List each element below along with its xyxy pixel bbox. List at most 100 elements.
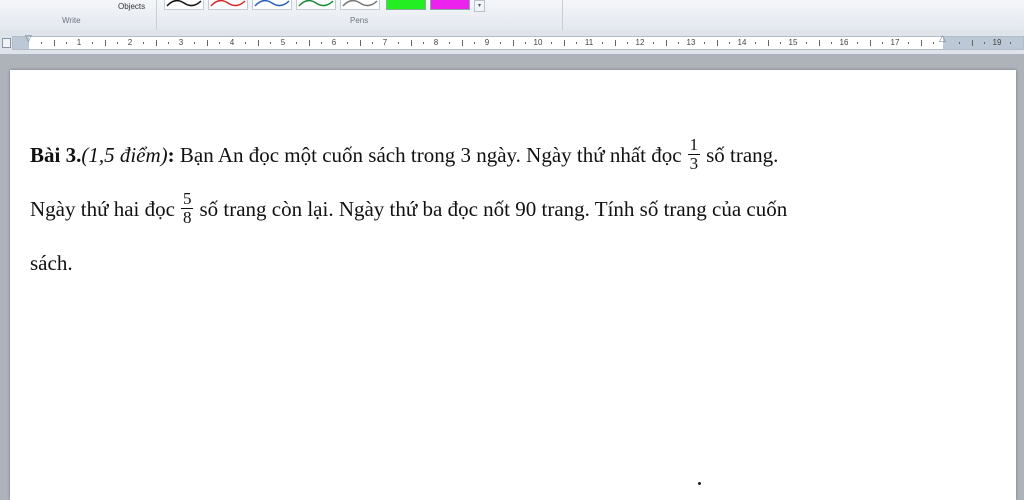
fraction-denominator: 8 [182, 207, 192, 227]
ruler-tick [614, 40, 616, 46]
ruler-tick [168, 42, 170, 44]
ruler-number: 1 [76, 38, 82, 47]
ruler-number: 13 [686, 38, 696, 47]
ruler-tick [856, 42, 858, 44]
ruler-tick [984, 42, 986, 44]
ruler-tick [958, 42, 960, 44]
ruler-tick [53, 40, 55, 46]
ruler-tick [155, 40, 157, 46]
ruler-tick [104, 40, 106, 46]
highlighter-magenta-swatch[interactable] [430, 0, 470, 10]
ruler-number: 3 [178, 38, 184, 47]
first-line-indent-marker[interactable]: ▽ [25, 34, 32, 44]
ruler-tick [831, 42, 833, 44]
ruler-tick [512, 40, 514, 46]
pen-red[interactable] [208, 0, 248, 10]
ruler-tick [410, 40, 412, 46]
ruler-number: 17 [890, 38, 900, 47]
ruler-tick [499, 42, 501, 44]
ruler-tick [920, 40, 922, 46]
ruler-tick [474, 42, 476, 44]
group-separator [562, 0, 563, 30]
ruler-number: 15 [788, 38, 798, 47]
ruler-tick [1009, 42, 1011, 44]
line-2-text-b: số trang còn lại. Ngày thứ ba đọc nốt 90… [199, 197, 788, 221]
ruler-tick [767, 40, 769, 46]
ruler-tick [461, 40, 463, 46]
ruler-tick [678, 42, 680, 44]
ruler-tick [818, 40, 820, 46]
pens-group-label: Pens [350, 16, 369, 25]
pen-blue[interactable] [252, 0, 292, 10]
pen-stroke-icon [342, 0, 378, 7]
line-3-text: sách. [30, 251, 73, 275]
ruler-tick [40, 42, 42, 44]
ruler-tick [448, 42, 450, 44]
ruler-track[interactable]: ▽ △ 1 2 3 4 5 6 7 8 9 10 11 12 13 14 15 16 17 19 [12, 34, 1024, 50]
ruler-number: 4 [229, 38, 235, 47]
ruler-tick [729, 42, 731, 44]
ruler-tick [627, 42, 629, 44]
ruler-tick [206, 40, 208, 46]
ruler-number: 8 [433, 38, 439, 47]
ruler-tick [244, 42, 246, 44]
pen-stroke-icon [166, 0, 202, 7]
ruler-tick [869, 40, 871, 46]
ruler-tick [270, 42, 272, 44]
pen-stroke-icon [210, 0, 246, 7]
highlighter-green-swatch[interactable] [386, 0, 426, 10]
ruler-tick [652, 42, 654, 44]
ruler-tick [359, 40, 361, 46]
ruler-tick [66, 42, 68, 44]
paragraph-line-1[interactable]: Bài 3.(1,5 điểm): Bạn An đọc một cuốn sá… [30, 128, 970, 182]
ruler-tick [882, 42, 884, 44]
ruler-number: 6 [331, 38, 337, 47]
ruler-tick [563, 40, 565, 46]
ruler-tick [525, 42, 527, 44]
pen-black[interactable] [164, 0, 204, 10]
fraction-one-third: 13 [687, 135, 701, 173]
ruler-tick [550, 42, 552, 44]
pen-green[interactable] [296, 0, 336, 10]
ruler-tick [346, 42, 348, 44]
ruler-right-margin [943, 37, 1023, 49]
ruler-tick [142, 42, 144, 44]
fraction-numerator: 5 [180, 188, 194, 209]
fraction-denominator: 3 [689, 153, 699, 173]
objects-label[interactable]: Objects [118, 2, 145, 11]
right-indent-marker[interactable]: △ [939, 34, 946, 44]
tab-selector-button[interactable] [2, 38, 11, 48]
pens-gallery-more-button[interactable]: ▾ [474, 0, 485, 12]
write-group-label: Write [62, 16, 81, 25]
problem-colon: : [167, 143, 175, 167]
ruler-tick [423, 42, 425, 44]
ruler-tick [780, 42, 782, 44]
ruler-tick [308, 40, 310, 46]
ruler-number: 10 [533, 38, 543, 47]
document-body[interactable]: Bài 3.(1,5 điểm): Bạn An đọc một cuốn sá… [30, 128, 970, 290]
line-1-text-b: số trang. [706, 143, 779, 167]
paragraph-line-2[interactable]: Ngày thứ hai đọc 5 8 số trang còn lại. Ngày… [30, 182, 970, 236]
ruler-number: 2 [127, 38, 133, 47]
pen-gray[interactable] [340, 0, 380, 10]
ruler-number: 7 [382, 38, 388, 47]
ruler-tick [117, 42, 119, 44]
document-page[interactable]: Bài 3.(1,5 điểm): Bạn An đọc một cuốn sá… [10, 70, 1016, 500]
fraction-five-eighths: 58 [180, 188, 194, 227]
ruler-tick [397, 42, 399, 44]
problem-title: Bài 3. [30, 143, 82, 167]
ruler-tick [295, 42, 297, 44]
ruler-tick [372, 42, 374, 44]
ruler-number: 12 [635, 38, 645, 47]
ruler-tick [971, 40, 973, 46]
ruler-number: 16 [839, 38, 849, 47]
horizontal-ruler[interactable]: ▽ △ 1 2 3 4 5 6 7 8 9 10 11 12 13 14 15 16 17 19 [0, 30, 1024, 55]
ruler-number: 9 [484, 38, 490, 47]
ruler-tick [716, 40, 718, 46]
line-2-text-a: Ngày thứ hai đọc [30, 197, 175, 221]
ruler-tick [219, 42, 221, 44]
problem-points: (1,5 điểm) [81, 143, 168, 167]
ruler-tick [933, 42, 935, 44]
chevron-down-icon: ▾ [477, 2, 481, 9]
paragraph-line-3[interactable]: sách. [30, 236, 970, 290]
